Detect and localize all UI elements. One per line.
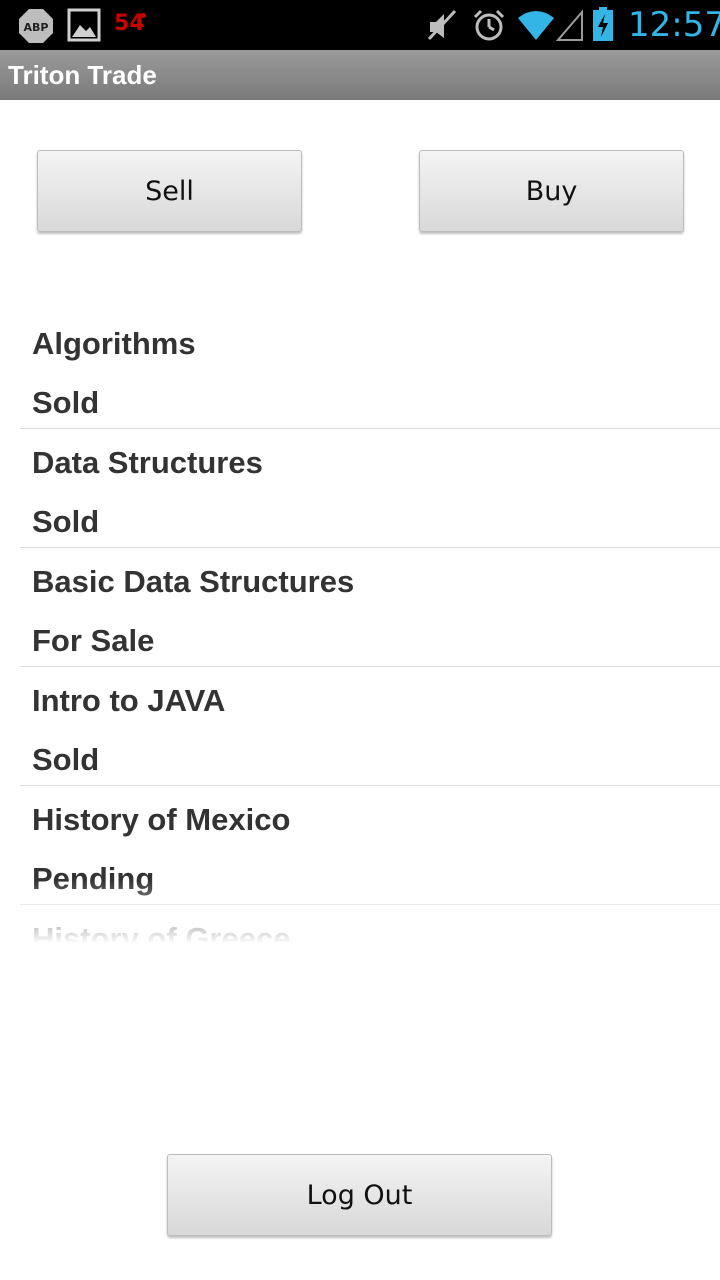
clock-time: 12:57 [628,5,720,45]
book-status: Sold [32,742,100,777]
signal-icon [556,9,583,41]
adblock-icon: ABP [19,9,53,43]
list-item[interactable]: Basic Data Structures For Sale [20,548,720,667]
app-title-bar: Triton Trade [0,50,720,100]
status-bar: ABP 54 12:57 [0,0,720,50]
battery-charging-icon [593,7,613,41]
app-title: Triton Trade [8,60,157,90]
wifi-icon [518,11,554,40]
book-status: Sold [32,385,100,420]
buy-button[interactable]: Buy [419,150,684,232]
list-item[interactable]: Intro to JAVA Sold [20,667,720,786]
mute-icon [427,9,457,41]
sell-button[interactable]: Sell [37,150,302,232]
book-status: Sold [32,504,100,539]
degree-icon [141,13,146,18]
logout-button[interactable]: Log Out [167,1154,552,1236]
picture-icon [67,8,101,42]
alarm-icon [473,9,505,41]
book-list[interactable]: Algorithms Sold Data Structures Sold Bas… [20,310,720,942]
book-title: History of Greece [32,921,291,942]
book-title: History of Mexico [32,802,291,837]
book-status: Pending [32,861,155,896]
book-title: Algorithms [32,326,196,361]
list-item[interactable]: History of Greece [20,905,720,942]
book-title: Basic Data Structures [32,564,355,599]
book-title: Intro to JAVA [32,683,226,718]
book-title: Data Structures [32,445,263,480]
list-item[interactable]: Data Structures Sold [20,429,720,548]
list-item[interactable]: Algorithms Sold [20,310,720,429]
svg-text:ABP: ABP [24,21,49,34]
list-item[interactable]: History of Mexico Pending [20,786,720,905]
book-status: For Sale [32,623,155,658]
